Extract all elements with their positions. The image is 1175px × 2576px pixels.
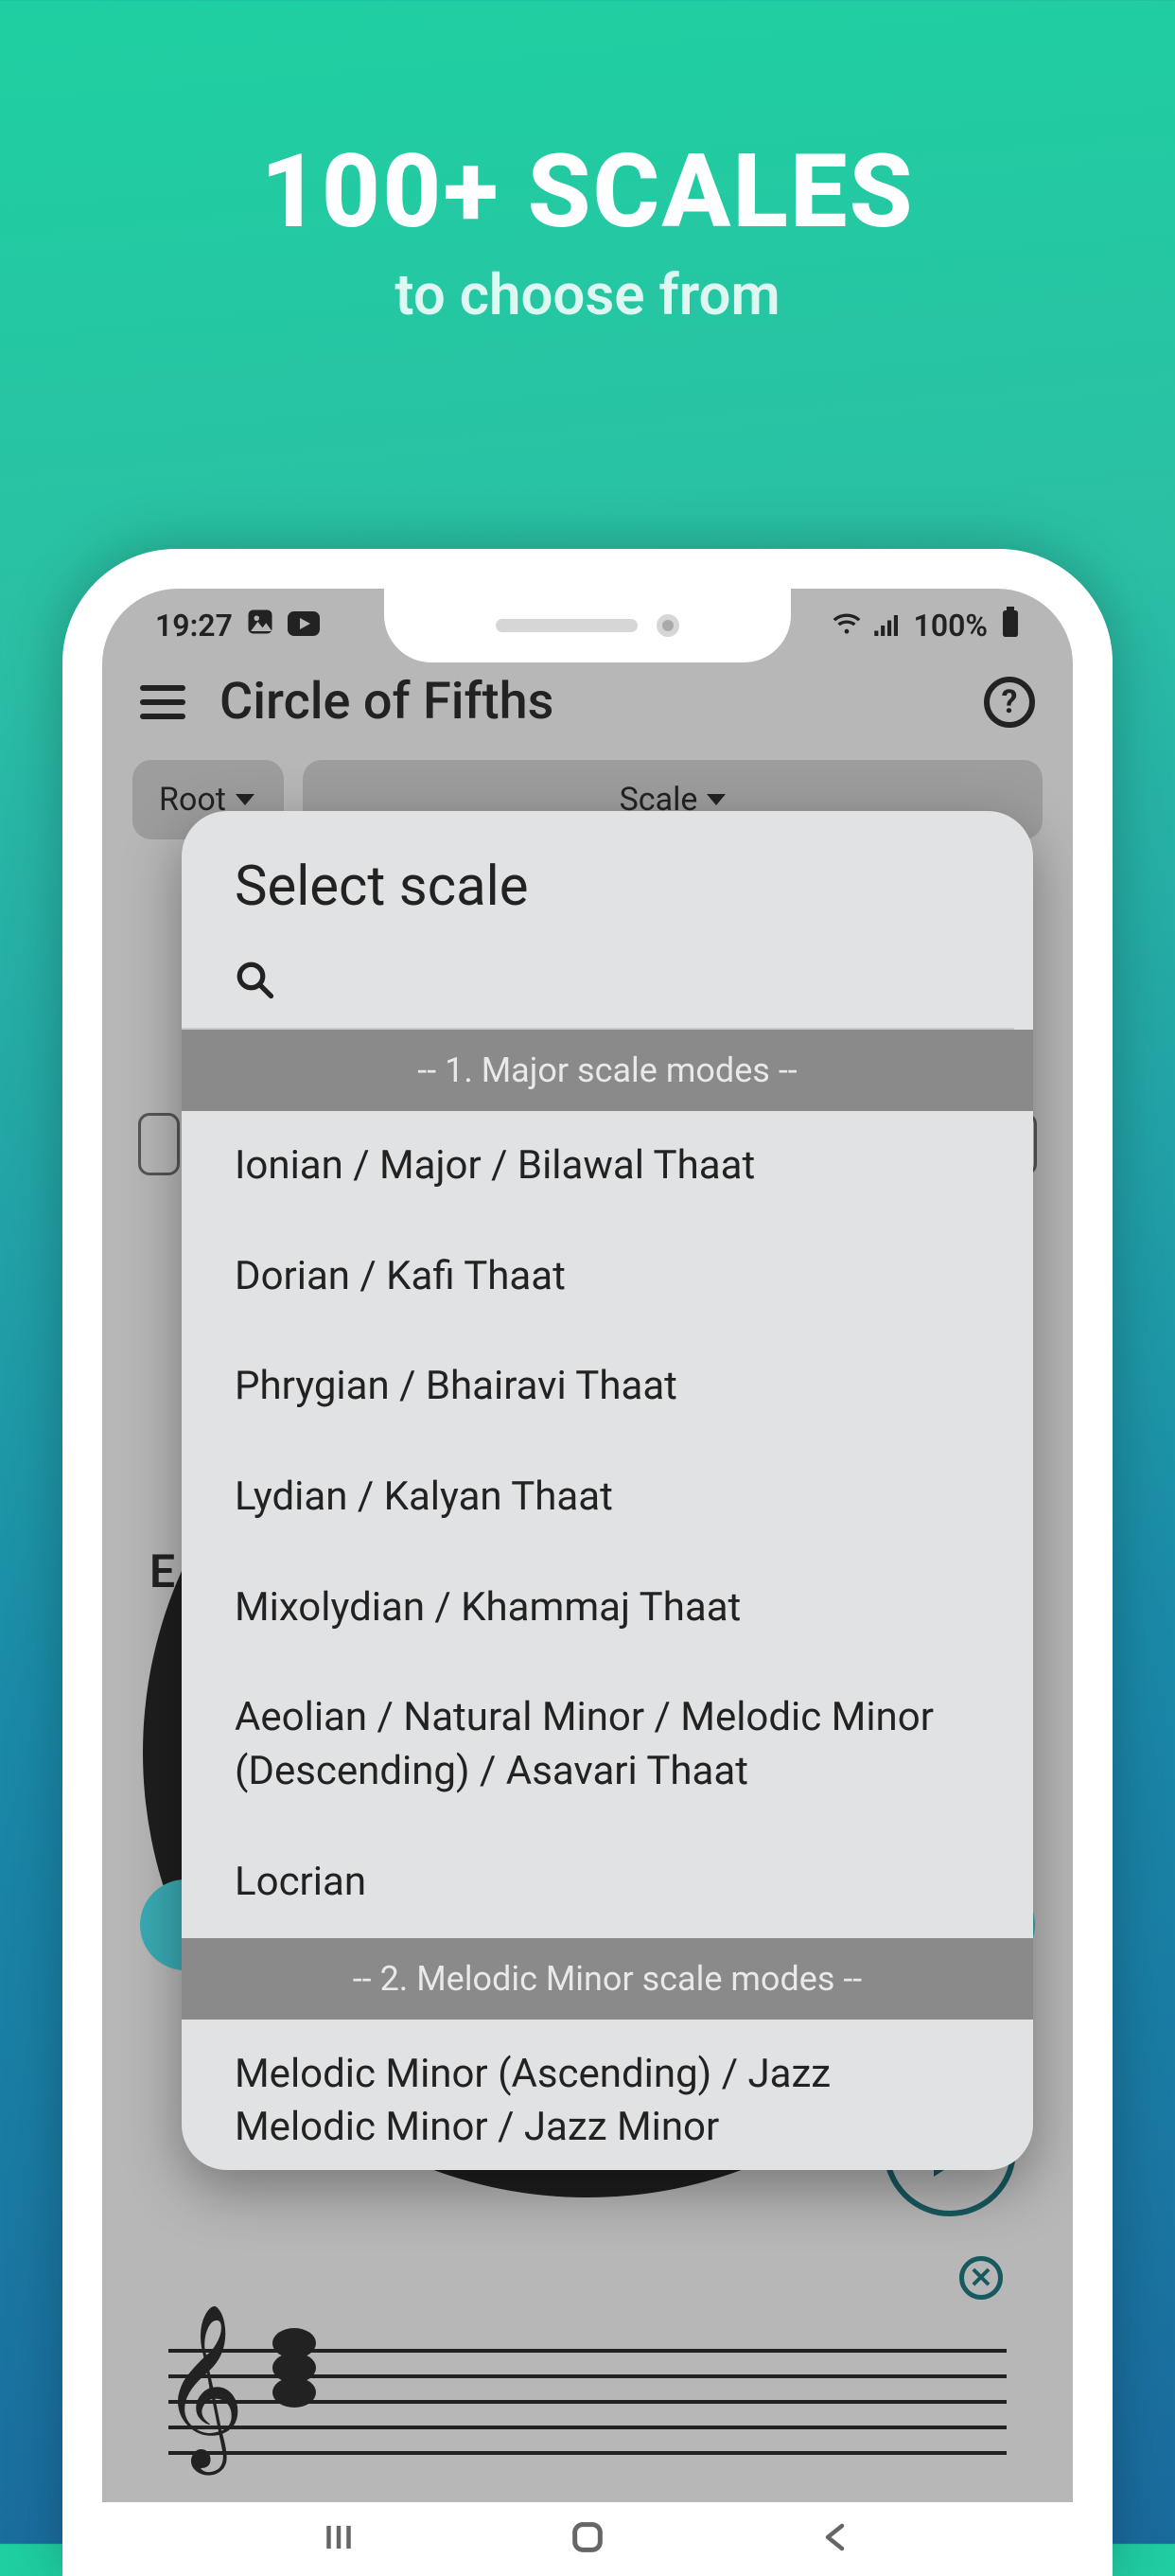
scale-item[interactable]: Locrian bbox=[182, 1827, 1033, 1938]
wifi-icon bbox=[833, 608, 861, 644]
chevron-down-icon bbox=[707, 794, 726, 805]
photos-icon bbox=[246, 608, 274, 644]
app-header: Circle of Fifths ? bbox=[102, 662, 1073, 760]
screen: 19:27 100% bbox=[102, 589, 1073, 2576]
front-camera bbox=[657, 614, 679, 637]
select-scale-modal: Select scale -- 1. Major scale modes -- … bbox=[182, 811, 1033, 2170]
flat-chip[interactable] bbox=[138, 1113, 180, 1175]
circle-note-label: E bbox=[149, 1544, 175, 1598]
android-nav-bar bbox=[102, 2502, 1073, 2576]
search-input[interactable] bbox=[299, 955, 961, 999]
scale-item[interactable]: Ionian / Major / Bilawal Thaat bbox=[182, 1111, 1033, 1222]
menu-button[interactable] bbox=[140, 685, 185, 719]
treble-clef-icon: 𝄞 bbox=[161, 2315, 245, 2457]
search-icon[interactable] bbox=[235, 960, 271, 996]
promo-title: 100+ SCALES bbox=[261, 132, 915, 252]
search-row bbox=[182, 947, 1014, 1030]
scale-item[interactable]: Melodic Minor (Ascending) / Jazz Melodic… bbox=[182, 2020, 1033, 2170]
modal-title: Select scale bbox=[235, 855, 980, 919]
help-button[interactable]: ? bbox=[984, 677, 1035, 728]
phone-frame: 19:27 100% bbox=[62, 549, 1113, 2576]
app-title: Circle of Fifths bbox=[219, 672, 950, 732]
scale-item[interactable]: Mixolydian / Khammaj Thaat bbox=[182, 1553, 1033, 1664]
speaker bbox=[496, 619, 638, 632]
promo-banner: 100+ SCALES to choose from bbox=[261, 132, 915, 328]
youtube-icon bbox=[288, 608, 320, 644]
scale-item[interactable]: Dorian / Kafi Thaat bbox=[182, 1222, 1033, 1332]
signal-icon bbox=[874, 608, 901, 644]
section-header: -- 2. Melodic Minor scale modes -- bbox=[182, 1938, 1033, 2020]
notch bbox=[384, 589, 791, 662]
promo-subtitle: to choose from bbox=[261, 261, 915, 328]
chevron-down-icon bbox=[236, 794, 254, 805]
section-header: -- 1. Major scale modes -- bbox=[182, 1030, 1033, 1111]
scale-item[interactable]: Aeolian / Natural Minor / Melodic Minor … bbox=[182, 1663, 1033, 1826]
scale-item[interactable]: Phrygian / Bhairavi Thaat bbox=[182, 1332, 1033, 1442]
home-button[interactable] bbox=[569, 2518, 606, 2560]
recents-button[interactable] bbox=[322, 2520, 356, 2558]
back-button[interactable] bbox=[819, 2520, 853, 2558]
status-time: 19:27 bbox=[155, 608, 233, 644]
music-staff: 𝄞 bbox=[168, 2349, 1007, 2453]
close-staff-button[interactable]: ✕ bbox=[959, 2256, 1003, 2300]
status-battery-text: 100% bbox=[914, 608, 988, 644]
scale-item[interactable]: Lydian / Kalyan Thaat bbox=[182, 1442, 1033, 1553]
battery-icon bbox=[1001, 607, 1020, 644]
